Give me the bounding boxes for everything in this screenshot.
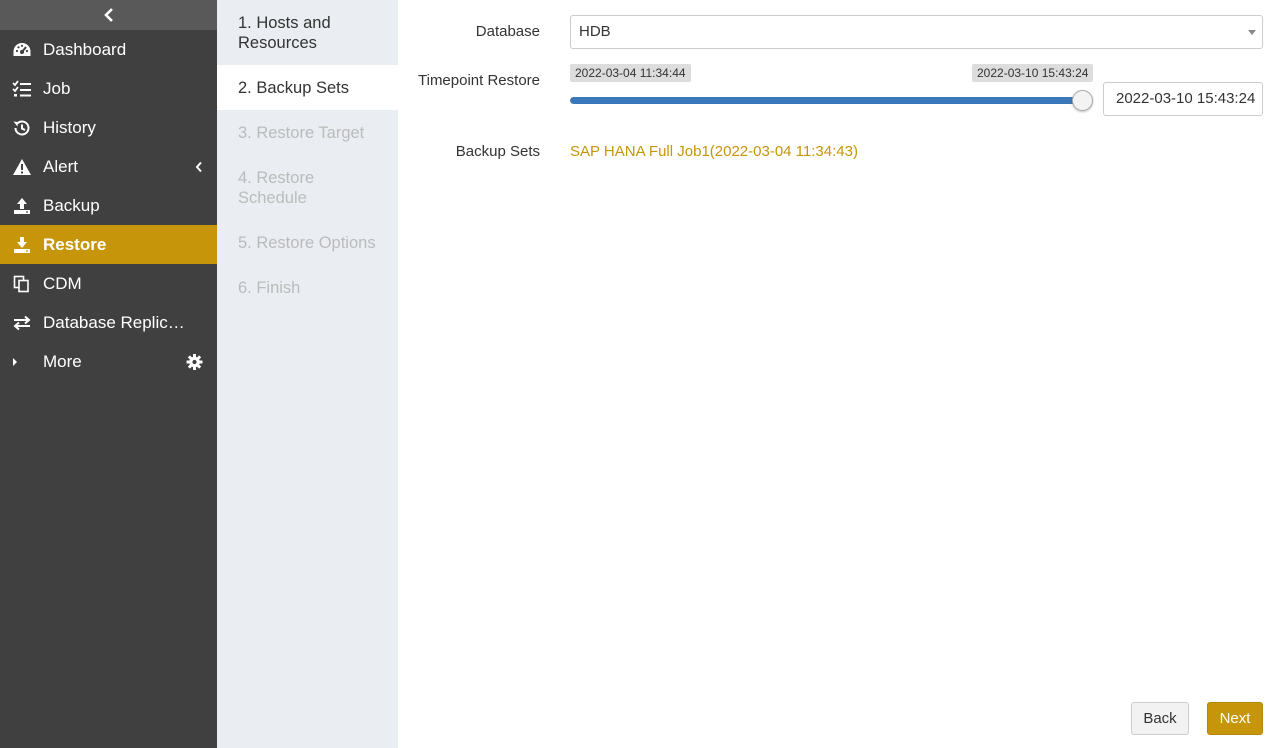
database-select-value: HDB (579, 23, 611, 40)
alert-icon (12, 157, 32, 177)
timepoint-slider-handle[interactable] (1072, 90, 1093, 111)
replication-arrows-icon (12, 313, 32, 333)
step-hosts-and-resources[interactable]: 1. Hosts and Resources (217, 0, 398, 65)
sidebar-item-alert[interactable]: Alert (0, 147, 217, 186)
sidebar-item-label: History (43, 117, 96, 137)
sidebar-item-restore[interactable]: Restore (0, 225, 217, 264)
timepoint-input[interactable]: 2022-03-10 15:43:24 (1103, 82, 1263, 116)
sidebar-item-label: Dashboard (43, 39, 127, 59)
history-icon (12, 118, 32, 138)
timepoint-slider-fill (570, 97, 1083, 104)
chevron-left-icon[interactable] (195, 161, 203, 173)
database-label: Database (475, 23, 540, 40)
sidebar-item-job[interactable]: Job (0, 69, 217, 108)
sidebar-item-backup[interactable]: Backup (0, 186, 217, 225)
chevron-left-icon (103, 8, 113, 22)
sidebar-item-label: Alert (43, 156, 78, 176)
sidebar-item-history[interactable]: History (0, 108, 217, 147)
sidebar-collapse-button[interactable] (0, 0, 217, 30)
sidebar-item-more[interactable]: More (0, 342, 217, 381)
backup-sets-label: Backup Sets (455, 143, 540, 160)
cdm-copy-icon (12, 274, 32, 294)
timepoint-slider-track[interactable] (570, 97, 1083, 104)
step-restore-target: 3. Restore Target (238, 124, 365, 142)
dropdown-arrow-icon (1248, 30, 1256, 35)
slider-max-tag: 2022-03-10 15:43:24 (972, 64, 1094, 82)
restore-download-icon (12, 235, 32, 255)
backup-upload-icon (12, 196, 32, 216)
backup-set-link[interactable]: SAP HANA Full Job1(2022-03-04 11:34:43) (570, 143, 858, 160)
timepoint-restore-label: Timepoint Restore (418, 72, 540, 89)
slider-min-tag: 2022-03-04 11:34:44 (570, 64, 691, 82)
gear-icon[interactable] (186, 353, 203, 370)
sidebar-item-database-replication[interactable]: Database Replica… (0, 303, 217, 342)
sidebar-item-label: CDM (43, 273, 82, 293)
main-panel: Database HDB Timepoint Restore 2022-03-0… (398, 0, 1278, 748)
database-select[interactable]: HDB (570, 15, 1263, 49)
step-restore-options: 5. Restore Options (238, 234, 376, 252)
caret-right-icon (12, 352, 32, 372)
job-list-icon (12, 79, 32, 99)
back-button[interactable]: Back (1131, 702, 1189, 735)
next-button[interactable]: Next (1207, 702, 1263, 735)
wizard-steps: 1. Hosts and Resources 2. Backup Sets 3.… (217, 0, 398, 748)
sidebar-item-label: Job (43, 78, 71, 98)
sidebar-item-label: Backup (43, 195, 100, 215)
step-finish: 6. Finish (238, 279, 301, 297)
sidebar-item-label: Restore (43, 234, 107, 254)
sidebar-item-dashboard[interactable]: Dashboard (0, 30, 217, 69)
sidebar: Dashboard Job History Alert Backup Resto… (0, 0, 217, 748)
sidebar-item-label: More (43, 351, 82, 371)
step-restore-schedule: 4. Restore Schedule (238, 169, 315, 207)
sidebar-item-label: Database Replica… (43, 312, 193, 332)
dashboard-icon (12, 40, 32, 60)
sidebar-item-cdm[interactable]: CDM (0, 264, 217, 303)
step-backup-sets[interactable]: 2. Backup Sets (217, 65, 398, 110)
